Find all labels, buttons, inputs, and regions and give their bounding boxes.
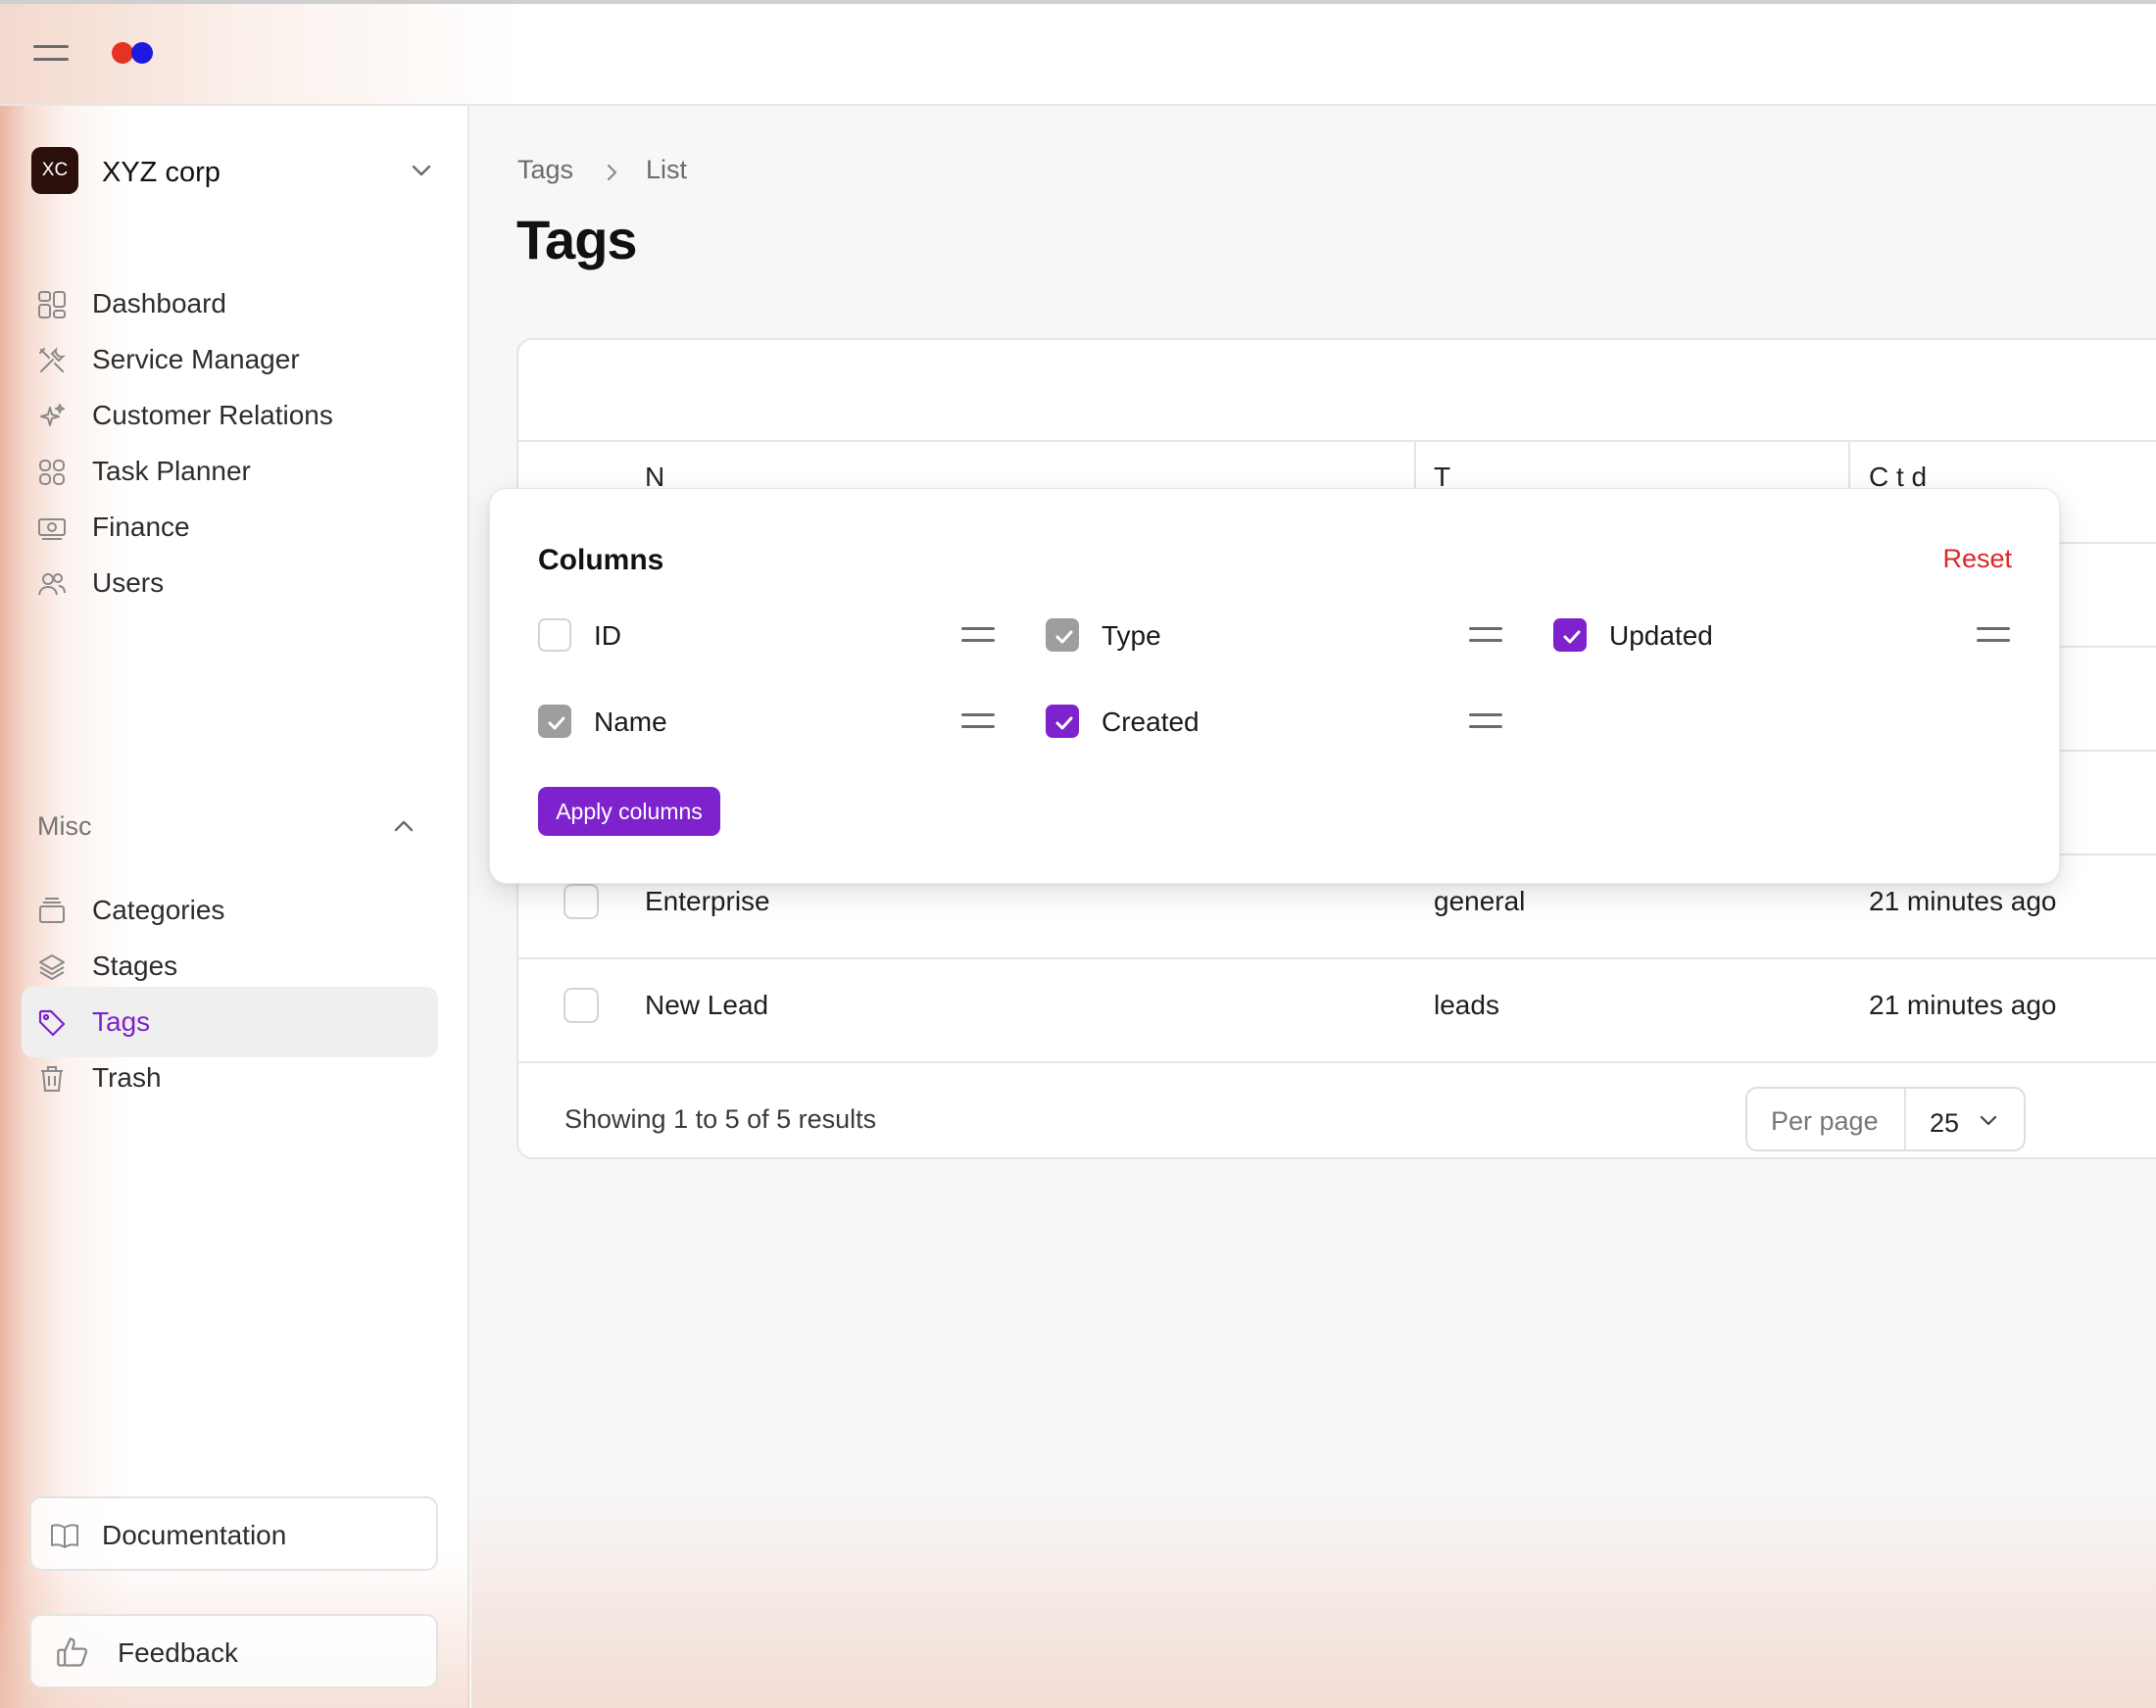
documentation-button[interactable]: Documentation	[29, 1496, 438, 1571]
table-divider	[518, 1061, 2156, 1063]
tools-icon	[39, 347, 66, 372]
column-option-label: Created	[1102, 707, 1200, 737]
column-option-name: Name	[538, 703, 995, 742]
column-option-updated: Updated	[1553, 616, 2010, 656]
sparkles-icon	[40, 404, 65, 426]
column-option-label: Name	[594, 707, 667, 737]
drag-handle-icon[interactable]	[1977, 624, 2010, 646]
page-title: Tags	[516, 209, 638, 270]
breadcrumb-current: List	[646, 155, 688, 184]
cell-name: New Lead	[645, 990, 769, 1020]
feedback-label: Feedback	[118, 1637, 238, 1668]
sidebar-item-label: Customer Relations	[92, 400, 333, 430]
book-icon	[51, 1524, 78, 1548]
drag-handle-icon[interactable]	[1469, 710, 1502, 732]
trash-icon	[41, 1066, 63, 1092]
checkmark-icon	[548, 716, 565, 730]
org-avatar: XC	[31, 147, 78, 194]
layers-icon	[39, 954, 65, 980]
column-option-type: Type	[1046, 616, 1502, 656]
menu-toggle-icon[interactable]	[33, 43, 69, 63]
sidebar-item-label: Stages	[92, 951, 178, 981]
checkmark-icon	[1055, 630, 1073, 644]
grid-icon	[39, 460, 65, 485]
chevron-up-icon[interactable]	[389, 811, 418, 841]
thumbs-up-icon	[57, 1637, 88, 1667]
table-divider	[518, 440, 2156, 442]
documentation-label: Documentation	[102, 1520, 287, 1550]
reset-columns-link[interactable]: Reset	[1942, 544, 2012, 574]
row-checkbox[interactable]	[564, 884, 599, 919]
pagination-summary: Showing 1 to 5 of 5 results	[564, 1104, 877, 1134]
top-bar	[0, 0, 2156, 106]
archive-icon	[39, 898, 65, 923]
apply-columns-button[interactable]: Apply columns	[538, 787, 720, 836]
sidebar-item-label: Users	[92, 567, 165, 598]
column-checkbox-updated[interactable]	[1553, 618, 1587, 652]
column-checkbox-name[interactable]	[538, 705, 571, 738]
column-option-created: Created	[1046, 703, 1502, 742]
sidebar-item-label: Categories	[92, 895, 225, 925]
column-option-label: ID	[594, 620, 621, 651]
sidebar-item-users[interactable]: Users	[22, 548, 438, 618]
cell-type: general	[1434, 886, 1526, 916]
users-icon	[38, 573, 66, 596]
sidebar-item-label: Trash	[92, 1062, 162, 1093]
checkmark-icon	[1055, 716, 1073, 730]
column-option-id: ID	[538, 616, 995, 656]
cell-created: 21 minutes ago	[1869, 990, 2057, 1020]
sidebar-item-label: Task Planner	[92, 456, 251, 486]
column-option-label: Updated	[1609, 620, 1713, 651]
per-page-value: 25	[1930, 1108, 1960, 1138]
column-checkbox-id[interactable]	[538, 618, 571, 652]
section-label-misc: Misc	[37, 811, 92, 841]
per-page-select[interactable]: 25	[1906, 1089, 2024, 1149]
main-content: Tags List Tags N T C t d Enterprise gene…	[471, 106, 2156, 1708]
sidebar-item-trash[interactable]: Trash	[22, 1043, 438, 1113]
dashboard-icon	[38, 291, 66, 318]
sidebar-item-label: Service Manager	[92, 344, 300, 374]
organization-switcher[interactable]: XC XYZ corp	[31, 145, 435, 198]
chevron-right-icon	[607, 164, 617, 181]
banknote-icon	[38, 518, 66, 540]
sidebar-item-label: Dashboard	[92, 288, 226, 318]
drag-handle-icon[interactable]	[961, 624, 995, 646]
drag-handle-icon[interactable]	[961, 710, 995, 732]
brand-logo[interactable]	[112, 42, 155, 64]
tag-icon	[38, 1009, 66, 1037]
drag-handle-icon[interactable]	[1469, 624, 1502, 646]
sidebar-item-label: Tags	[92, 1006, 151, 1037]
column-checkbox-created[interactable]	[1046, 705, 1079, 738]
checkmark-icon	[1563, 630, 1581, 644]
org-name: XYZ corp	[102, 157, 220, 188]
feedback-button[interactable]: Feedback	[29, 1614, 438, 1688]
chevron-down-icon	[1980, 1115, 1997, 1126]
columns-popover: Columns Reset ID Type Updated Name Creat…	[489, 488, 2060, 884]
cell-name: Enterprise	[645, 886, 770, 916]
breadcrumb-link-tags[interactable]: Tags	[517, 155, 573, 185]
popover-title: Columns	[538, 544, 664, 576]
row-checkbox[interactable]	[564, 988, 599, 1023]
per-page-control: Per page 25	[1745, 1087, 2026, 1151]
table-divider	[518, 957, 2156, 959]
column-checkbox-type[interactable]	[1046, 618, 1079, 652]
column-option-label: Type	[1102, 620, 1161, 651]
cell-type: leads	[1434, 990, 1499, 1020]
cell-created: 21 minutes ago	[1869, 886, 2057, 916]
sidebar: XC XYZ corp Dashboard Service Manager Cu…	[0, 106, 469, 1708]
chevron-down-icon	[412, 165, 431, 176]
window-edge	[0, 0, 2156, 4]
per-page-label: Per page	[1771, 1106, 1879, 1136]
sidebar-item-label: Finance	[92, 512, 190, 542]
